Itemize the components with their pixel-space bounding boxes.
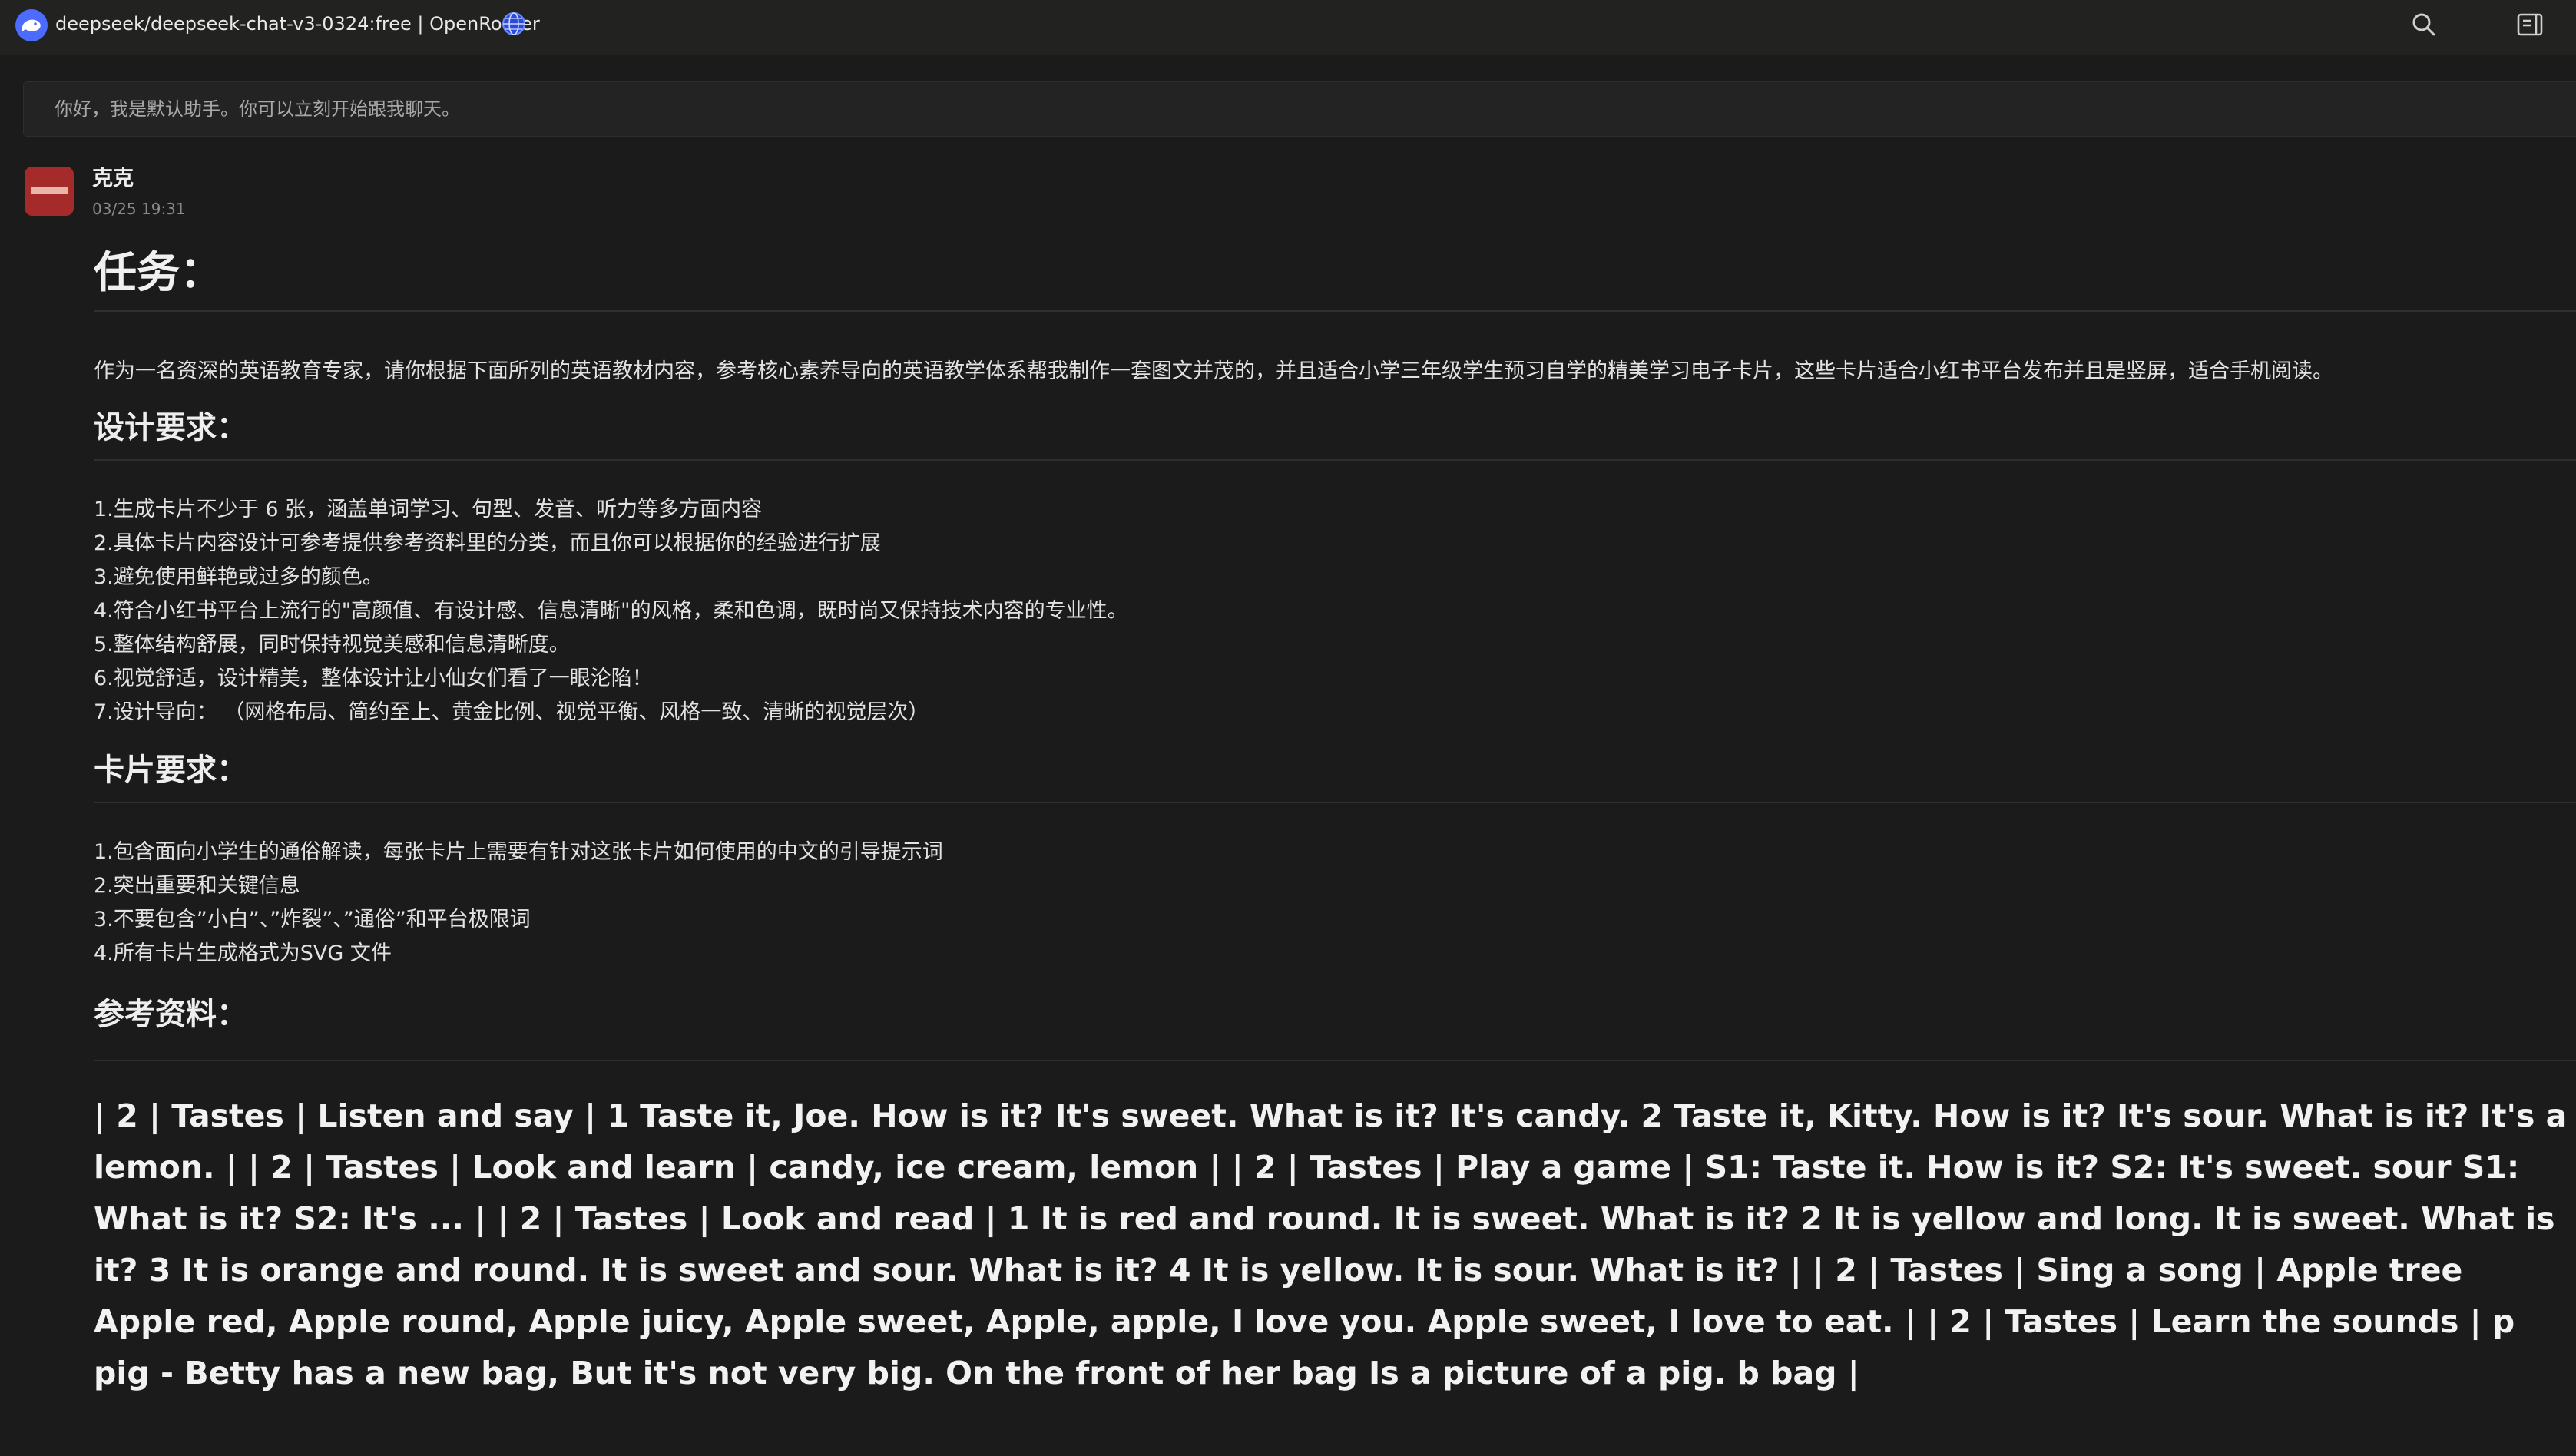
list-item: 3.不要包含”小白”、”炸裂”、”通俗”和平台极限词 (94, 908, 531, 932)
design-list: 1.生成卡片不少于 6 张，涵盖单词学习、句型、发音、听力等多方面内容 2.具体… (94, 493, 2576, 730)
list-item: 2.具体卡片内容设计可参考提供参考资料里的分类，而且你可以根据你的经验进行扩展 (94, 531, 881, 555)
reference-heading: 参考资料： (94, 997, 247, 1032)
avatar-image (31, 187, 68, 194)
sidebar-toggle-icon[interactable] (2515, 9, 2545, 40)
window-title: deepseek/deepseek-chat-v3-0324:free | Op… (55, 13, 540, 35)
list-item: 4.符合小红书平台上流行的"高颜值、有设计感、信息清晰"的风格，柔和色调，既时尚… (94, 599, 1128, 623)
divider (94, 310, 2576, 312)
list-item: 5.整体结构舒展，同时保持视觉美感和信息清晰度。 (94, 633, 570, 657)
list-item: 7.设计导向： （网格布局、简约至上、黄金比例、视觉平衡、风格一致、清晰的视觉层… (94, 700, 929, 724)
message-timestamp: 03/25 19:31 (92, 200, 186, 218)
list-item: 3.避免使用鲜艳或过多的颜色。 (94, 565, 383, 589)
list-item: 1.生成卡片不少于 6 张，涵盖单词学习、句型、发音、听力等多方面内容 (94, 498, 763, 521)
title-bar: deepseek/deepseek-chat-v3-0324:free | Op… (0, 0, 2576, 55)
divider (94, 459, 2576, 461)
task-heading: 任务： (94, 248, 223, 298)
card-list: 1.包含面向小学生的通俗解读，每张卡片上需要有针对这张卡片如何使用的中文的引导提… (94, 836, 2576, 971)
divider (94, 802, 2576, 803)
sender-name: 克克 (92, 167, 134, 190)
task-text: 作为一名资深的英语教育专家，请你根据下面所列的英语教材内容，参考核心素养导向的英… (94, 359, 2333, 383)
list-item: 4.所有卡片生成格式为SVG 文件 (94, 941, 392, 965)
deepseek-whale-icon (15, 9, 48, 41)
system-message-text: 你好，我是默认助手。你可以立刻开始跟我聊天。 (55, 98, 460, 120)
card-heading: 卡片要求： (94, 753, 247, 788)
list-item: 1.包含面向小学生的通俗解读，每张卡片上需要有针对这张卡片如何使用的中文的引导提… (94, 840, 943, 864)
system-message: 你好，我是默认助手。你可以立刻开始跟我聊天。 (23, 81, 2576, 137)
avatar[interactable] (25, 167, 74, 216)
list-item: 2.突出重要和关键信息 (94, 874, 300, 898)
message-content: 任务： 作为一名资深的英语教育专家，请你根据下面所列的英语教材内容，参考核心素养… (94, 230, 2576, 1399)
divider (94, 1060, 2576, 1061)
globe-icon[interactable] (501, 11, 527, 37)
list-item: 6.视觉舒适，设计精美，整体设计让小仙女们看了一眼沦陷！ (94, 667, 653, 690)
search-icon[interactable] (2409, 9, 2439, 40)
design-heading: 设计要求： (94, 410, 247, 445)
reference-text: | 2 | Tastes | Listen and say | 1 Taste … (94, 1097, 2568, 1391)
